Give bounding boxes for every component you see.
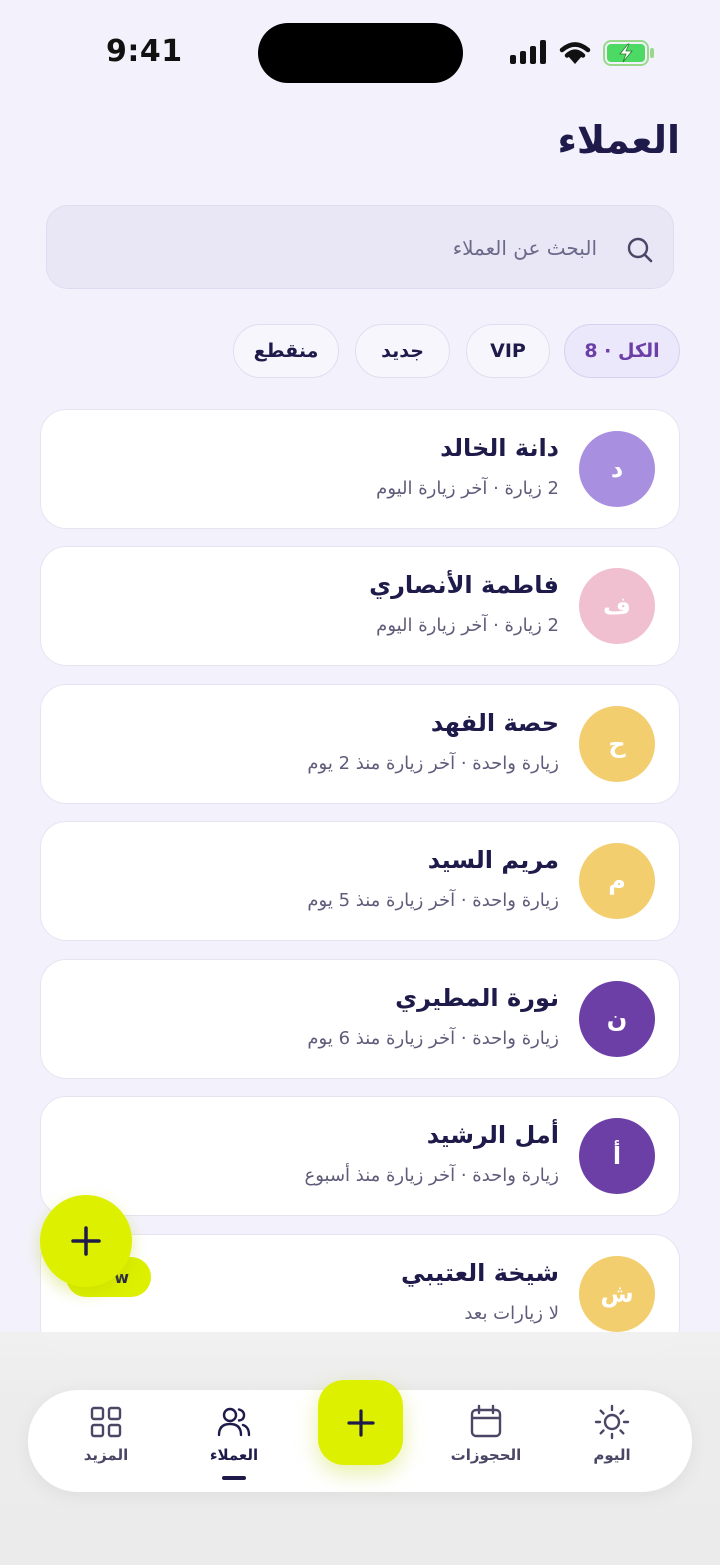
filter-chips: الكل · 8 VIP جديد منقطع (0, 324, 720, 380)
search-bar[interactable] (46, 205, 674, 289)
client-visit-meta: زيارة واحدة · آخر زيارة منذ 5 يوم (307, 890, 559, 911)
client-name: دانة الخالد (440, 434, 559, 462)
search-input[interactable] (117, 226, 597, 270)
calendar-icon (470, 1404, 502, 1438)
avatar: م (579, 843, 655, 919)
client-visit-meta: لا زيارات بعد (464, 1303, 559, 1324)
avatar: ن (579, 981, 655, 1057)
grid-icon (90, 1406, 122, 1438)
status-bar: 9:41 (0, 0, 720, 100)
client-card[interactable]: م مريم السيد زيارة واحدة · آخر زيارة منذ… (40, 821, 680, 941)
client-visit-meta: زيارة واحدة · آخر زيارة منذ 2 يوم (307, 753, 559, 774)
avatar: ش (579, 1256, 655, 1332)
client-name: أمل الرشيد (426, 1121, 559, 1149)
client-card[interactable]: ح حصة الفهد زيارة واحدة · آخر زيارة منذ … (40, 684, 680, 804)
client-visit-meta: 2 زيارة · آخر زيارة اليوم (376, 615, 559, 636)
sun-icon (594, 1404, 630, 1440)
client-visit-meta: 2 زيارة · آخر زيارة اليوم (376, 478, 559, 499)
avatar: ح (579, 706, 655, 782)
client-card[interactable]: أ أمل الرشيد زيارة واحدة · آخر زيارة منذ… (40, 1096, 680, 1216)
add-client-fab[interactable] (40, 1195, 132, 1287)
tab-label: العملاء (209, 1446, 259, 1464)
battery-charging-icon (603, 40, 654, 66)
client-name: حصة الفهد (430, 709, 559, 737)
client-card[interactable]: د دانة الخالد 2 زيارة · آخر زيارة اليوم (40, 409, 680, 529)
filter-chip-new[interactable]: جديد (355, 324, 450, 378)
plus-icon (71, 1226, 101, 1256)
client-name: مريم السيد (427, 846, 559, 874)
tab-clients[interactable]: العملاء (174, 1390, 294, 1492)
avatar: ف (579, 568, 655, 644)
client-card[interactable]: ن نورة المطيري زيارة واحدة · آخر زيارة م… (40, 959, 680, 1079)
tab-more[interactable]: المزيد (46, 1390, 166, 1492)
tab-label: المزيد (83, 1446, 129, 1464)
filter-chip-lapsed[interactable]: منقطع (233, 324, 339, 378)
active-tab-indicator (222, 1476, 246, 1480)
avatar: د (579, 431, 655, 507)
page-title: العملاء (557, 118, 681, 162)
cellular-signal-icon (510, 40, 548, 64)
client-card[interactable]: ف فاطمة الأنصاري 2 زيارة · آخر زيارة الي… (40, 546, 680, 666)
dynamic-island (258, 23, 463, 83)
tab-label: اليوم (593, 1446, 631, 1464)
avatar: أ (579, 1118, 655, 1194)
filter-chip-vip[interactable]: VIP (466, 324, 550, 378)
client-visit-meta: زيارة واحدة · آخر زيارة منذ أسبوع (304, 1165, 559, 1186)
users-icon (217, 1407, 251, 1437)
status-time: 9:41 (106, 34, 183, 69)
tab-label: الحجوزات (450, 1446, 522, 1464)
tab-today[interactable]: اليوم (552, 1390, 672, 1492)
new-booking-button[interactable] (318, 1380, 403, 1465)
client-name: فاطمة الأنصاري (369, 571, 559, 599)
plus-icon (346, 1408, 375, 1437)
client-name: نورة المطيري (395, 984, 559, 1012)
wifi-icon (559, 42, 591, 64)
search-icon (627, 237, 653, 263)
client-visit-meta: زيارة واحدة · آخر زيارة منذ 6 يوم (307, 1028, 559, 1049)
filter-chip-all[interactable]: الكل · 8 (564, 324, 680, 378)
tab-bookings[interactable]: الحجوزات (426, 1390, 546, 1492)
client-name: شيخة العتيبي (400, 1259, 559, 1287)
